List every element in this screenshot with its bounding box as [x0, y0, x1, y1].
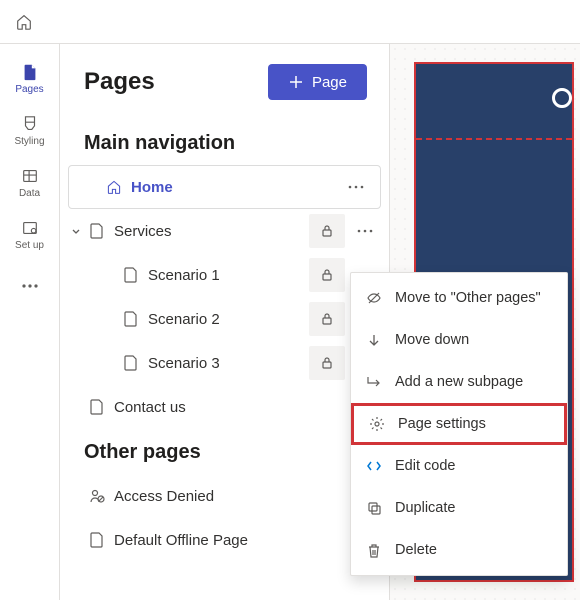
page-icon	[86, 532, 108, 548]
tree-label: Services	[108, 223, 309, 240]
subpage-icon	[365, 373, 383, 391]
rail-item-more[interactable]	[4, 260, 56, 312]
preview-header	[416, 64, 572, 140]
lock-icon	[320, 224, 334, 238]
menu-label: Move down	[395, 332, 469, 348]
lock-icon	[320, 268, 334, 282]
home-icon	[15, 13, 33, 31]
rail-label: Pages	[15, 84, 43, 95]
lock-button[interactable]	[309, 214, 345, 248]
duplicate-icon	[365, 499, 383, 517]
page-icon	[120, 355, 142, 371]
menu-label: Delete	[395, 542, 437, 558]
home-button[interactable]	[8, 6, 40, 38]
more-icon	[348, 185, 364, 189]
lock-icon	[320, 312, 334, 326]
context-menu: Move to "Other pages" Move down Add a ne…	[350, 272, 568, 576]
top-bar	[0, 0, 580, 44]
more-icon	[20, 276, 40, 296]
tree-row-scenario2[interactable]: Scenario 2	[60, 297, 389, 341]
rail-item-setup[interactable]: Set up	[4, 208, 56, 260]
nav-rail: Pages Styling Data Set up	[0, 44, 60, 600]
more-icon	[357, 229, 373, 233]
other-tree: Access Denied Default Offline Page	[60, 474, 389, 562]
page-icon	[86, 399, 108, 415]
menu-add-subpage[interactable]: Add a new subpage	[351, 361, 567, 403]
rail-label: Styling	[14, 136, 44, 147]
rail-item-data[interactable]: Data	[4, 156, 56, 208]
page-icon	[120, 311, 142, 327]
menu-label: Edit code	[395, 458, 455, 474]
lock-icon	[320, 356, 334, 370]
arrow-down-icon	[365, 331, 383, 349]
brush-icon	[20, 114, 40, 134]
panel-title: Pages	[84, 68, 155, 96]
tree-row-scenario3[interactable]: Scenario 3	[60, 341, 389, 385]
code-icon	[365, 457, 383, 475]
tree-label: Default Offline Page	[108, 532, 383, 549]
tree-label: Scenario 3	[142, 355, 309, 372]
tree-row-access-denied[interactable]: Access Denied	[60, 474, 389, 518]
menu-delete[interactable]: Delete	[351, 529, 567, 571]
section-main-nav: Main navigation	[60, 120, 389, 165]
menu-edit-code[interactable]: Edit code	[351, 445, 567, 487]
plus-icon	[288, 74, 304, 90]
trash-icon	[365, 541, 383, 559]
eye-off-icon	[365, 289, 383, 307]
rail-label: Data	[19, 188, 40, 199]
lock-button[interactable]	[309, 258, 345, 292]
more-button[interactable]	[347, 214, 383, 248]
tree-row-scenario1[interactable]: Scenario 1	[60, 253, 389, 297]
pages-panel: Pages Page Main navigation Home	[60, 44, 390, 600]
add-page-button[interactable]: Page	[268, 64, 367, 100]
menu-label: Duplicate	[395, 500, 455, 516]
menu-duplicate[interactable]: Duplicate	[351, 487, 567, 529]
tree-label: Access Denied	[108, 488, 383, 505]
page-tree: Home Services	[60, 165, 389, 429]
tree-row-home[interactable]: Home	[68, 165, 381, 209]
tree-label: Scenario 2	[142, 311, 309, 328]
section-other-pages: Other pages	[60, 429, 389, 474]
gear-icon	[368, 415, 386, 433]
page-icon	[86, 223, 108, 239]
menu-label: Add a new subpage	[395, 374, 523, 390]
menu-move-down[interactable]: Move down	[351, 319, 567, 361]
menu-page-settings[interactable]: Page settings	[351, 403, 567, 445]
pages-icon	[20, 62, 40, 82]
rail-label: Set up	[15, 240, 44, 251]
preview-logo	[552, 88, 572, 108]
chevron-down-icon[interactable]	[66, 225, 86, 237]
tree-label: Scenario 1	[142, 267, 309, 284]
tree-label: Home	[125, 179, 338, 196]
tree-row-contact[interactable]: Contact us	[60, 385, 389, 429]
tree-label: Contact us	[108, 399, 383, 416]
menu-label: Page settings	[398, 416, 486, 432]
lock-button[interactable]	[309, 302, 345, 336]
rail-item-styling[interactable]: Styling	[4, 104, 56, 156]
page-icon	[120, 267, 142, 283]
tree-row-services[interactable]: Services	[60, 209, 389, 253]
table-icon	[20, 166, 40, 186]
setup-icon	[20, 218, 40, 238]
more-button[interactable]	[338, 170, 374, 204]
home-icon	[103, 179, 125, 195]
rail-item-pages[interactable]: Pages	[4, 52, 56, 104]
menu-label: Move to "Other pages"	[395, 290, 541, 306]
tree-row-default-offline[interactable]: Default Offline Page	[60, 518, 389, 562]
menu-move-to-other[interactable]: Move to "Other pages"	[351, 277, 567, 319]
person-denied-icon	[86, 488, 108, 504]
lock-button[interactable]	[309, 346, 345, 380]
add-page-label: Page	[312, 74, 347, 91]
